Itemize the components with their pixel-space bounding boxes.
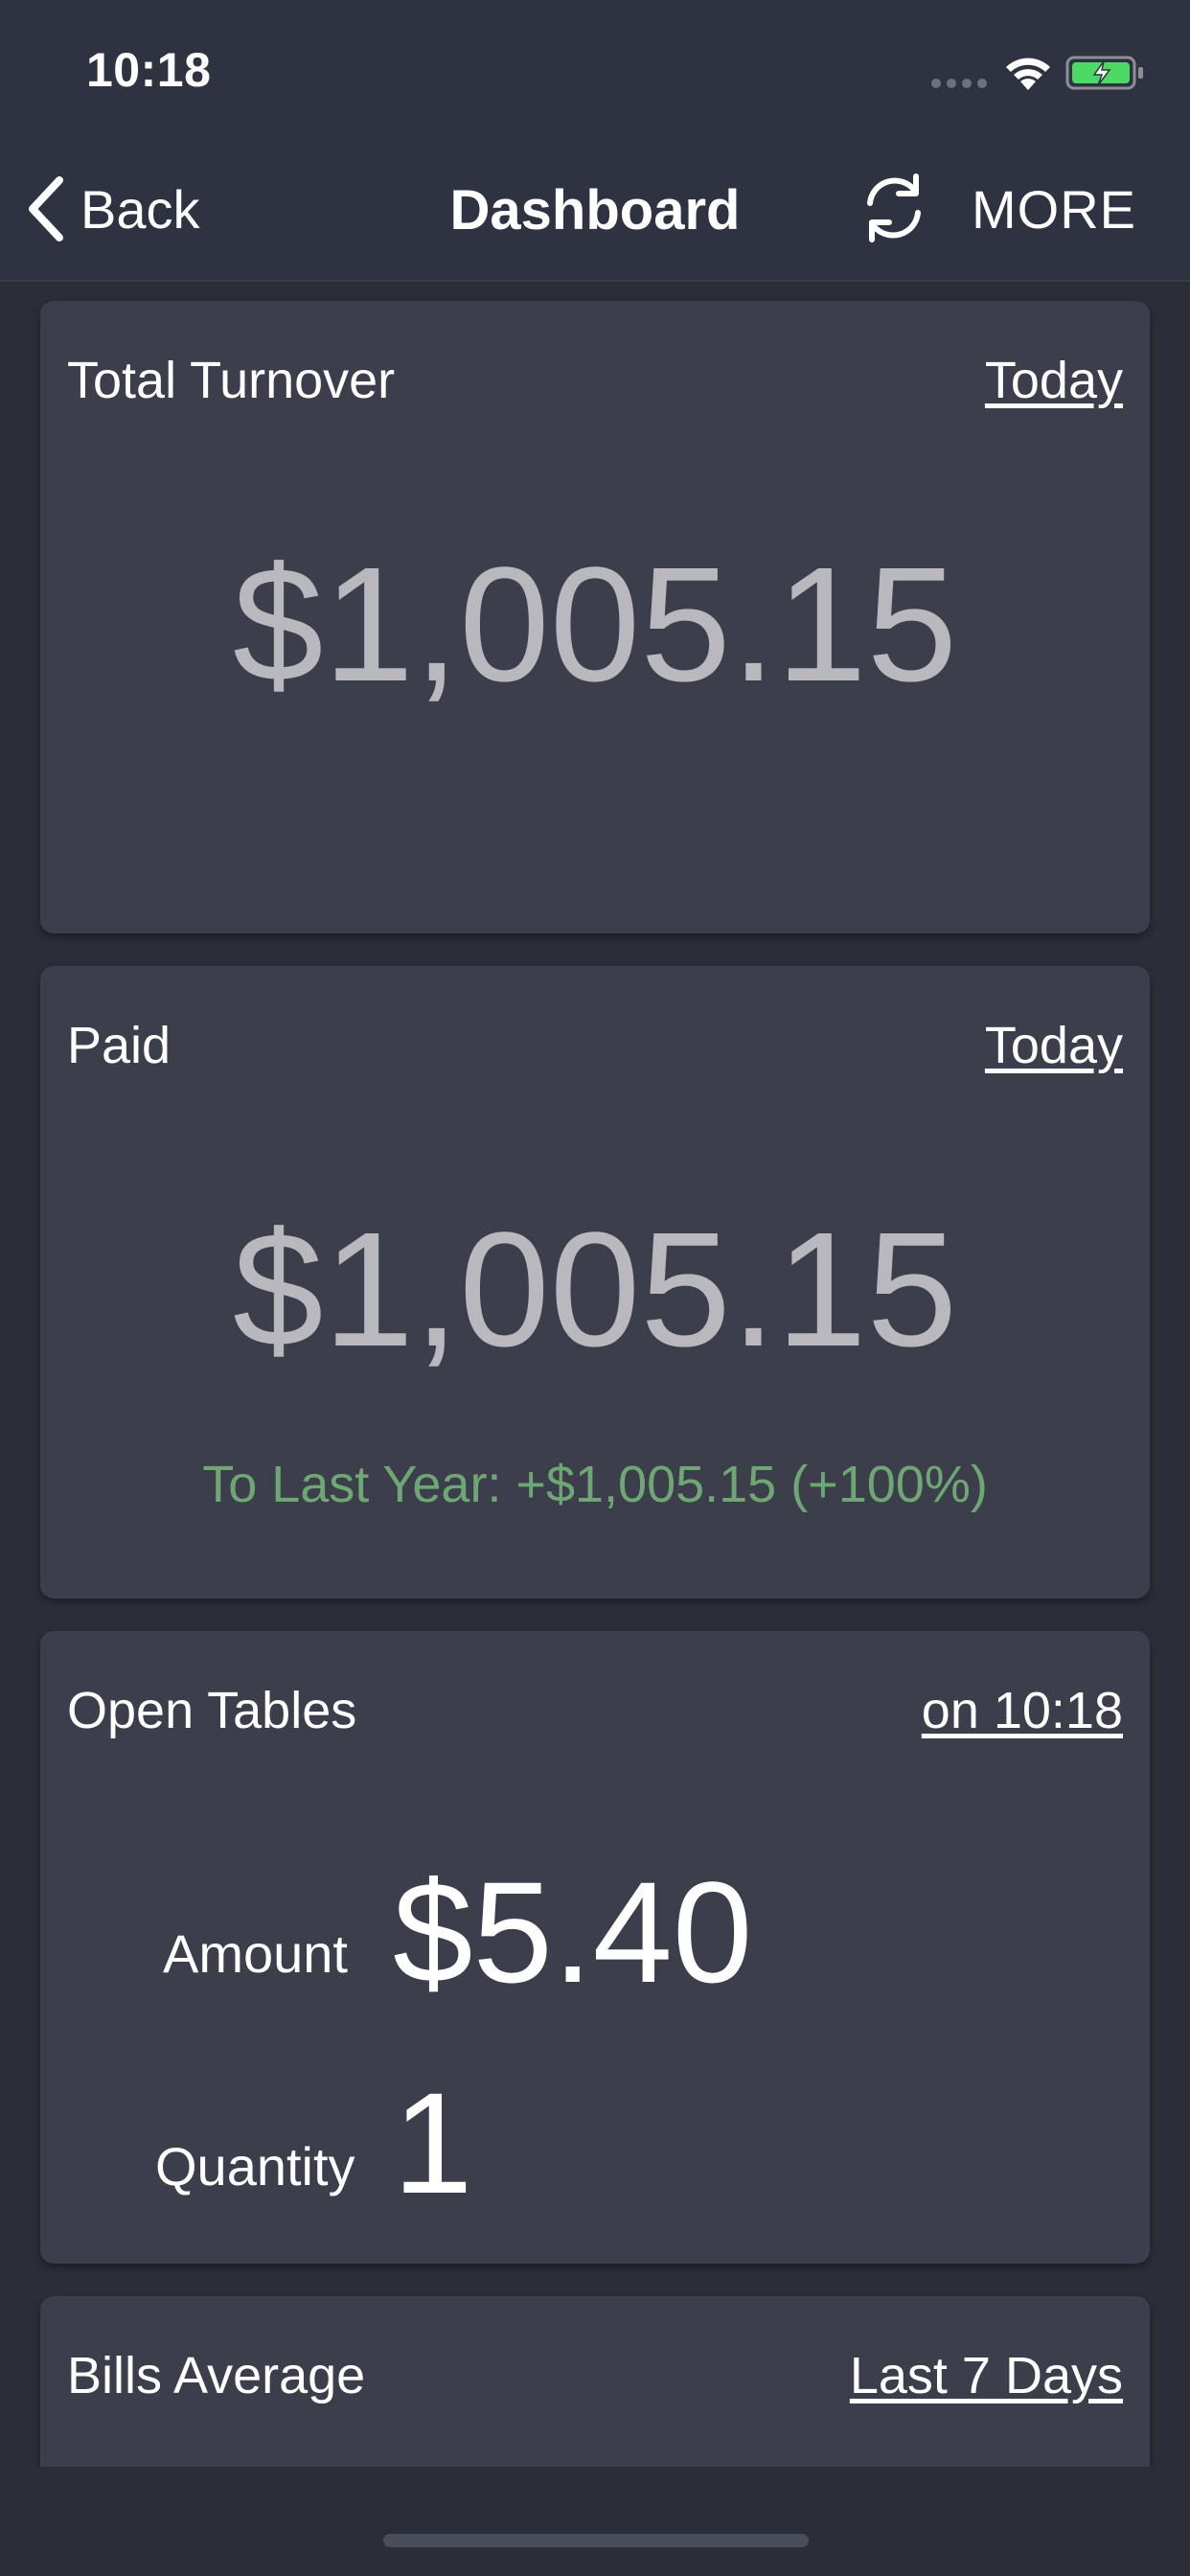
period-link[interactable]: Today (985, 351, 1123, 410)
card-title: Total Turnover (67, 352, 396, 409)
open-tables-amount: $5.40 (393, 1852, 753, 2012)
chevron-left-icon (29, 176, 63, 242)
home-indicator[interactable] (383, 2534, 809, 2547)
open-tables-quantity: 1 (393, 2062, 473, 2223)
turnover-amount: $1,005.15 (232, 534, 958, 716)
signal-dots-icon (931, 79, 989, 90)
bills-average-card: Bills Average Last 7 Days (40, 2296, 1150, 2467)
home-area (0, 2467, 1190, 2576)
more-button[interactable]: MORE (972, 178, 1136, 241)
card-title: Bills Average (67, 2347, 366, 2404)
amount-label: Amount (163, 1923, 348, 1984)
card-title: Open Tables (67, 1682, 357, 1739)
back-button[interactable]: Back (25, 171, 200, 247)
battery-charging-icon (1065, 56, 1143, 90)
paid-card: Paid Today $1,005.15 To Last Year: +$1,0… (40, 966, 1150, 1598)
refresh-icon[interactable] (851, 165, 937, 251)
nav-bar: Back Dashboard MORE (0, 144, 1190, 282)
period-link[interactable]: Last 7 Days (850, 2346, 1123, 2405)
total-turnover-card: Total Turnover Today $1,005.15 (40, 301, 1150, 933)
period-link[interactable]: Today (985, 1016, 1123, 1075)
wifi-icon (1006, 58, 1050, 90)
card-title: Paid (67, 1017, 172, 1074)
status-time: 10:18 (86, 43, 212, 97)
last-year-comparison: To Last Year: +$1,005.15 (+100%) (202, 1456, 988, 1513)
quantity-label: Quantity (155, 2136, 355, 2196)
open-tables-card: Open Tables on 10:18 Amount $5.40 Quanti… (40, 1631, 1150, 2264)
dashboard-content[interactable]: Total Turnover Today $1,005.15 Paid Toda… (0, 282, 1190, 2467)
back-label: Back (80, 178, 200, 240)
period-link[interactable]: on 10:18 (922, 1681, 1123, 1740)
status-bar: 10:18 (0, 0, 1190, 144)
paid-amount: $1,005.15 (232, 1199, 958, 1381)
